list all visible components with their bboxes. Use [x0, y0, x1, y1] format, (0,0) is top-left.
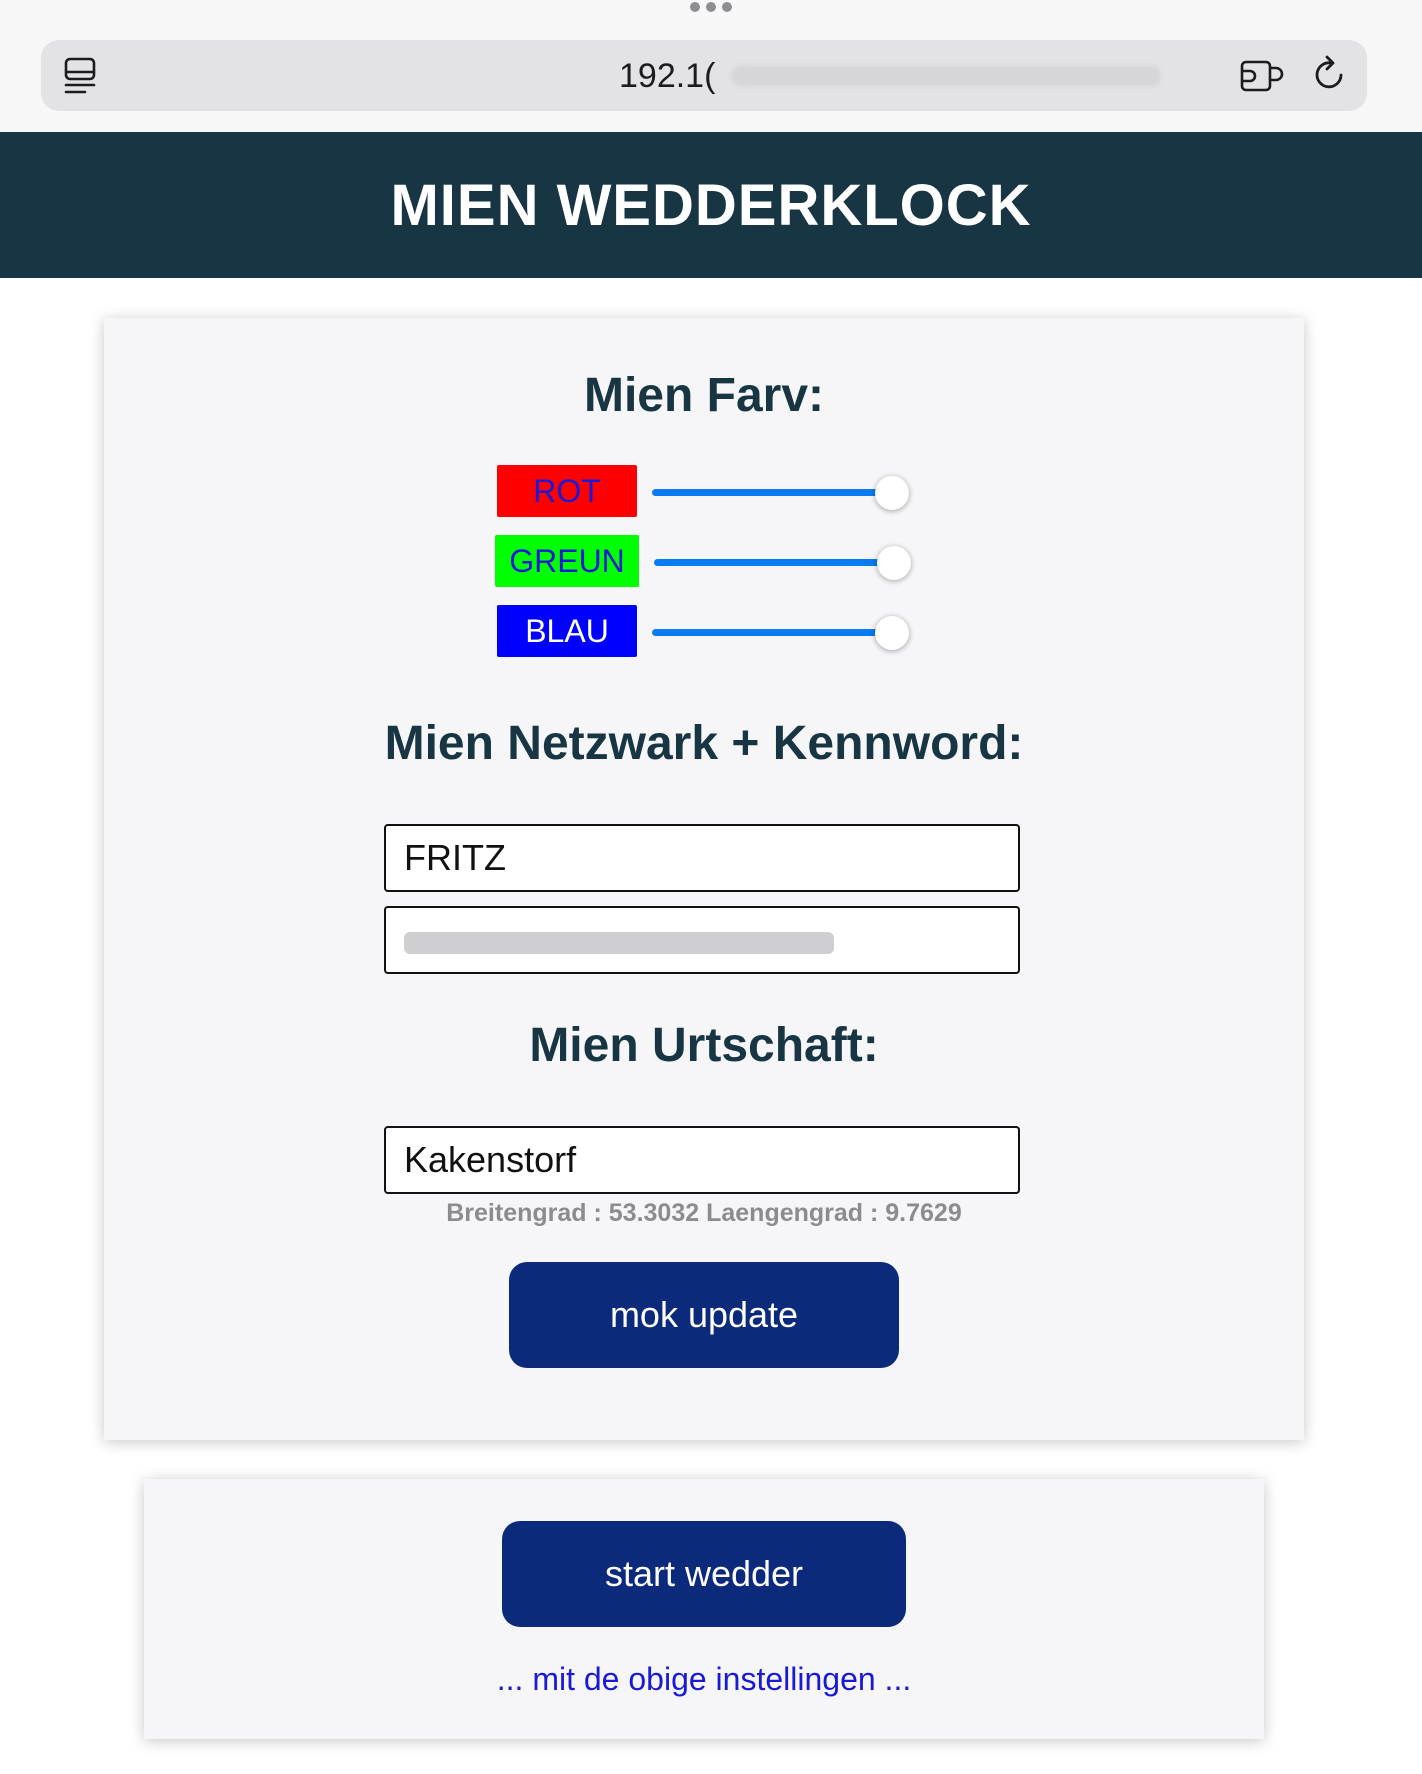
ssid-input[interactable]: FRITZ	[384, 824, 1020, 892]
dot	[722, 2, 732, 12]
blue-slider-track[interactable]	[652, 629, 892, 636]
color-section-title: Mien Farv:	[583, 369, 825, 422]
url-text[interactable]: 192.1(	[619, 57, 715, 96]
address-bar[interactable]: 192.1(	[41, 40, 1367, 111]
window-menu-dots[interactable]	[0, 0, 1422, 18]
red-slider-thumb[interactable]	[875, 476, 909, 510]
color-row-red: ROT	[104, 465, 1304, 521]
color-label-blue: BLAU	[497, 605, 637, 657]
color-label-green: GREUN	[495, 535, 639, 587]
color-row-green: GREUN	[104, 535, 1304, 591]
location-section-title: Mien Urtschaft:	[529, 1019, 879, 1072]
network-section-title: Mien Netzwark + Kennword:	[384, 717, 1024, 770]
green-slider-track[interactable]	[654, 559, 894, 566]
blue-slider-thumb[interactable]	[875, 616, 909, 650]
password-input[interactable]	[384, 906, 1020, 974]
start-card: start wedder ... mit de obige instelling…	[144, 1479, 1264, 1739]
reload-icon[interactable]	[1311, 55, 1349, 95]
url-redaction	[731, 65, 1161, 87]
color-label-red: ROT	[497, 465, 637, 517]
green-slider-thumb[interactable]	[877, 546, 911, 580]
sidebar-icon[interactable]	[63, 56, 99, 96]
location-input[interactable]: Kakenstorf	[384, 1126, 1020, 1194]
app-title: MIEN WEDDERKLOCK	[390, 172, 1032, 238]
dot	[690, 2, 700, 12]
password-redaction	[404, 932, 834, 954]
app-header: MIEN WEDDERKLOCK	[0, 132, 1422, 278]
dot	[706, 2, 716, 12]
update-button[interactable]: mok update	[509, 1262, 899, 1368]
share-icon[interactable]	[1239, 56, 1285, 96]
coordinates-text: Breitengrad : 53.3032 Laengengrad : 9.76…	[446, 1199, 962, 1227]
red-slider-track[interactable]	[652, 489, 892, 496]
settings-card: Mien Farv: ROT GREUN BLAU Mien Netzwark …	[104, 318, 1304, 1440]
color-row-blue: BLAU	[104, 605, 1304, 661]
start-note: ... mit de obige instellingen ...	[496, 1661, 912, 1697]
start-weather-button[interactable]: start wedder	[502, 1521, 906, 1627]
